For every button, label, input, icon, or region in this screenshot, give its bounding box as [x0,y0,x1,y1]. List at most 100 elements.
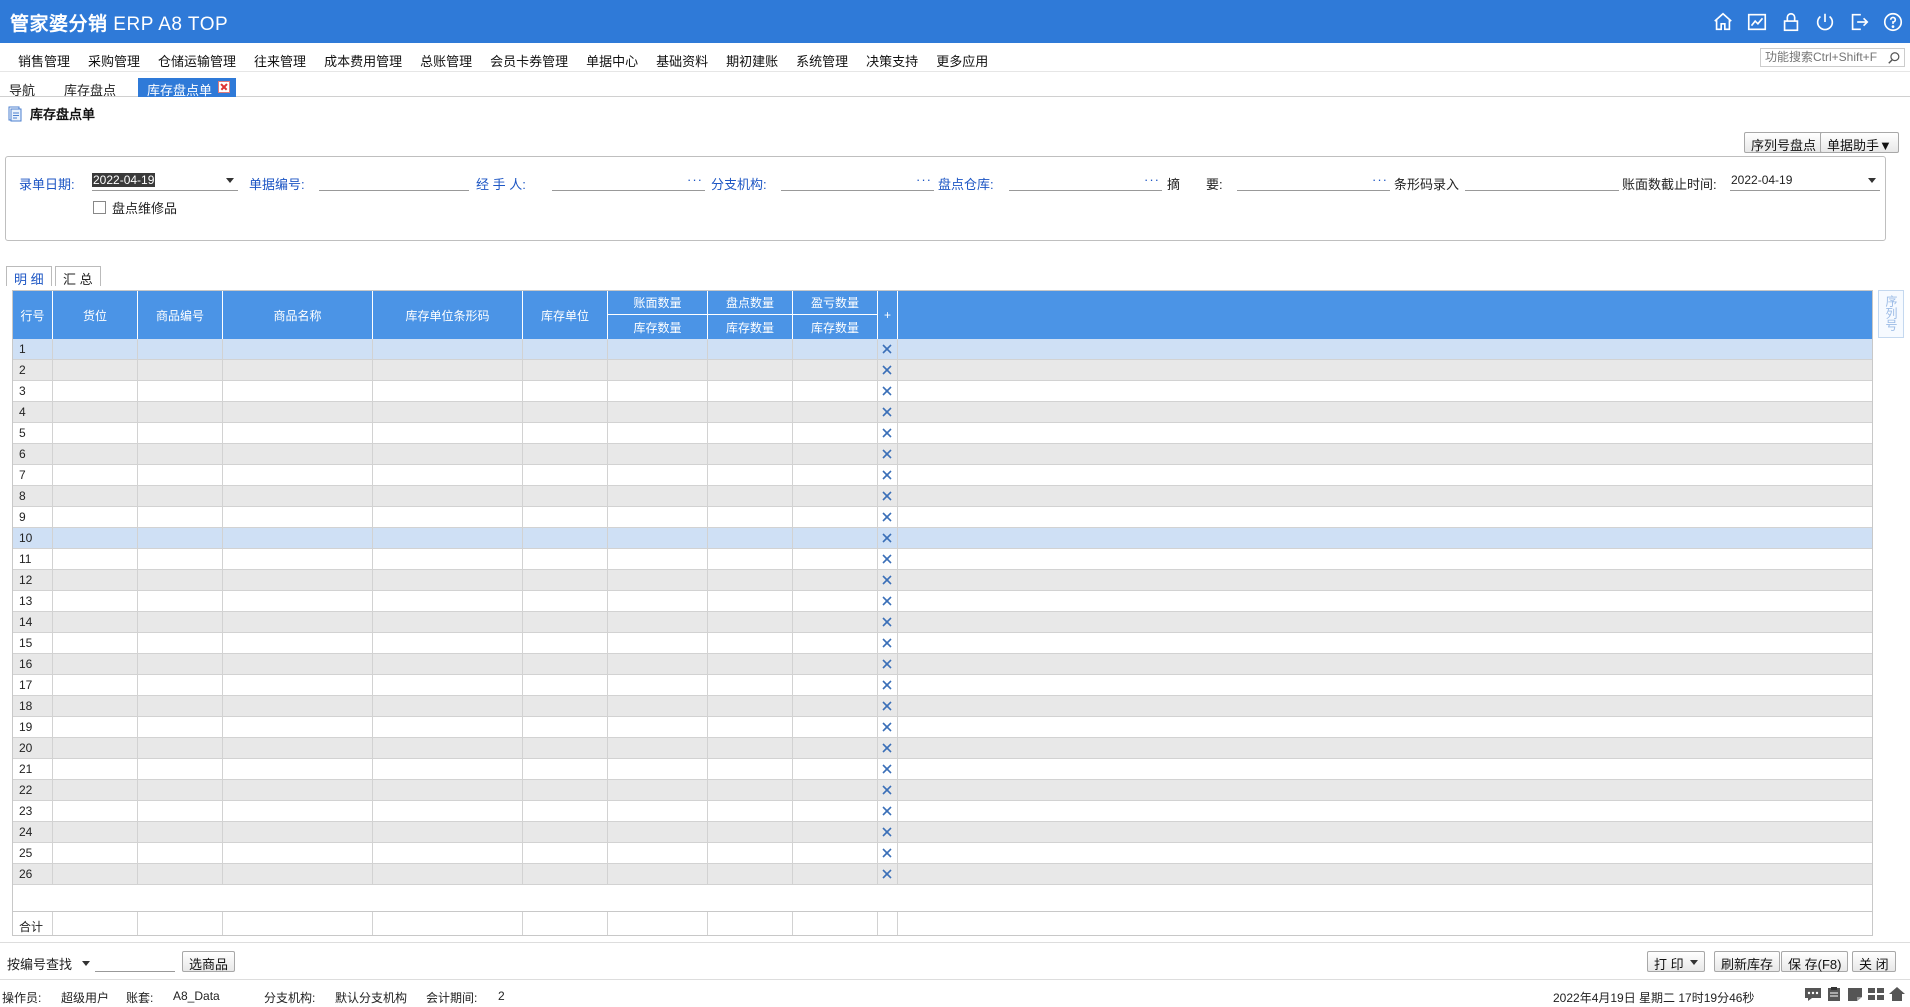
grid-cell[interactable] [608,591,708,611]
grid-cell[interactable] [523,570,608,590]
grid-cell[interactable] [708,402,793,422]
grid-cell[interactable] [53,423,138,443]
grid-cell[interactable] [53,507,138,527]
grid-cell[interactable] [53,528,138,548]
grid-cell[interactable] [523,864,608,884]
grid-cell[interactable] [53,801,138,821]
grid-cell[interactable] [793,570,878,590]
grid-cell[interactable] [523,696,608,716]
menu-item-4[interactable]: 成本费用管理 [324,51,402,70]
row-delete-cell[interactable] [878,486,898,506]
table-row[interactable]: 10 [13,528,1872,549]
grid-cell[interactable] [138,738,223,758]
grid-cell[interactable] [373,717,523,737]
grid-cell[interactable] [373,612,523,632]
chart-icon[interactable] [1740,10,1774,34]
grid-cell[interactable] [708,465,793,485]
grid-cell[interactable] [373,465,523,485]
delete-row-icon[interactable] [882,491,892,501]
row-delete-cell[interactable] [878,570,898,590]
grid-cell[interactable] [223,654,373,674]
table-row[interactable]: 2 [13,360,1872,381]
table-row[interactable]: 4 [13,402,1872,423]
grid-cell[interactable] [53,381,138,401]
grid-cell[interactable] [223,402,373,422]
grid-cell[interactable] [53,486,138,506]
delete-row-icon[interactable] [882,680,892,690]
grid-cell[interactable] [608,507,708,527]
help-icon[interactable] [1876,10,1910,34]
grid-cell[interactable] [608,738,708,758]
grid-cell[interactable] [53,612,138,632]
grid-cell[interactable] [608,381,708,401]
grid-cell[interactable] [138,465,223,485]
tab-stock-count-doc[interactable]: 库存盘点单 [138,78,237,98]
grid-cell[interactable] [608,402,708,422]
table-row[interactable]: 1 [13,339,1872,360]
table-row[interactable]: 8 [13,486,1872,507]
grid-cell[interactable] [53,444,138,464]
delete-row-icon[interactable] [882,470,892,480]
grid-cell[interactable] [708,591,793,611]
grid-cell[interactable] [523,717,608,737]
menu-item-2[interactable]: 仓储运输管理 [158,51,236,70]
grid-cell[interactable] [138,759,223,779]
grid-cell[interactable] [523,759,608,779]
col-location[interactable]: 货位 [53,291,138,339]
grid-cell[interactable] [793,360,878,380]
grid-cell[interactable] [138,780,223,800]
delete-row-icon[interactable] [882,827,892,837]
menu-item-3[interactable]: 往来管理 [254,51,306,70]
grid-cell[interactable] [608,696,708,716]
grid-cell[interactable] [793,843,878,863]
lock-icon[interactable] [1774,10,1808,34]
grid-cell[interactable] [708,444,793,464]
grid-cell[interactable] [523,801,608,821]
message-icon[interactable] [1804,986,1822,1002]
table-row[interactable]: 22 [13,780,1872,801]
clipboard-icon[interactable] [1825,986,1843,1002]
chevron-down-icon[interactable] [1868,178,1876,183]
repair-checkbox[interactable] [93,201,106,214]
grid-cell[interactable] [373,822,523,842]
delete-row-icon[interactable] [882,764,892,774]
grid-cell[interactable] [523,528,608,548]
grid-cell[interactable] [793,549,878,569]
function-search-input[interactable] [1765,50,1883,64]
menu-item-9[interactable]: 期初建账 [726,51,778,70]
grid-cell[interactable] [138,507,223,527]
grid-cell[interactable] [793,444,878,464]
grid-cell[interactable] [608,423,708,443]
close-tab-icon[interactable] [218,81,231,93]
grid-cell[interactable] [138,612,223,632]
grid-cell[interactable] [523,486,608,506]
grid-cell[interactable] [608,822,708,842]
col-product-name[interactable]: 商品名称 [223,291,373,339]
table-row[interactable]: 3 [13,381,1872,402]
grid-cell[interactable] [53,591,138,611]
grid-cell[interactable] [223,822,373,842]
grid-cell[interactable] [373,696,523,716]
col-book-qty[interactable]: 账面数量 [608,291,708,315]
grid-cell[interactable] [373,423,523,443]
row-delete-cell[interactable] [878,507,898,527]
col-book-stock-qty[interactable]: 库存数量 [608,315,708,339]
grid-cell[interactable] [523,780,608,800]
more-icon[interactable]: ··· [916,172,932,187]
grid-cell[interactable] [708,633,793,653]
grid-cell[interactable] [608,633,708,653]
grid-cell[interactable] [53,738,138,758]
grid-cell[interactable] [373,843,523,863]
menu-item-7[interactable]: 单据中心 [586,51,638,70]
grid-cell[interactable] [523,402,608,422]
delete-row-icon[interactable] [882,869,892,879]
col-count-qty[interactable]: 盘点数量 [708,291,793,315]
grid-cell[interactable] [373,675,523,695]
grid-cell[interactable] [223,570,373,590]
grid-cell[interactable] [138,444,223,464]
delete-row-icon[interactable] [882,701,892,711]
grid-cell[interactable] [138,675,223,695]
menu-item-0[interactable]: 销售管理 [18,51,70,70]
grid-cell[interactable] [223,486,373,506]
grid-cell[interactable] [223,801,373,821]
